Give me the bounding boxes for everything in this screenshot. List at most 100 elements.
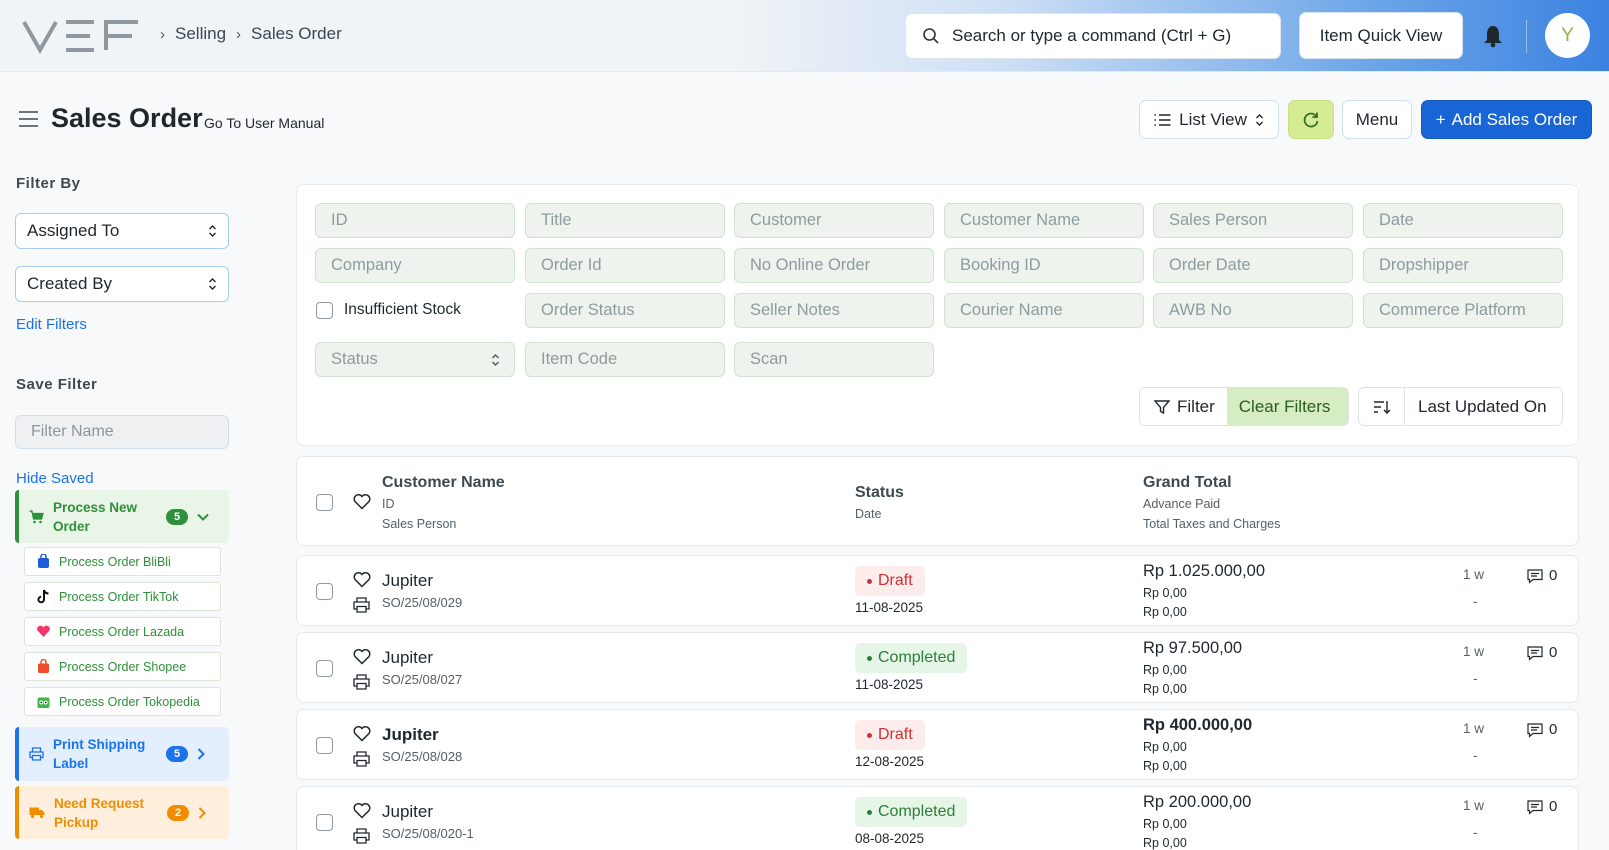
filter-company-input[interactable]: Company (315, 248, 515, 283)
add-sales-order-button[interactable]: + Add Sales Order (1421, 100, 1592, 139)
row-checkbox[interactable] (316, 660, 333, 677)
assigned-to-select[interactable]: Assigned To (15, 213, 229, 249)
col-status[interactable]: Status (855, 484, 904, 502)
insufficient-stock-checkbox[interactable] (316, 302, 333, 319)
filter-customer-name-input[interactable]: Customer Name (944, 203, 1144, 238)
comment-icon[interactable] (1527, 646, 1543, 661)
filter-seller-notes-input[interactable]: Seller Notes (734, 293, 934, 328)
sub-item-tokopedia[interactable]: Process Order Tokopedia (24, 687, 221, 716)
heart-icon[interactable] (353, 648, 371, 665)
hide-saved-link[interactable]: Hide Saved (16, 470, 94, 487)
printer-icon[interactable] (353, 828, 370, 844)
printer-icon (29, 747, 44, 761)
customer-name[interactable]: Jupiter (382, 802, 433, 822)
vef-logo-icon[interactable] (22, 16, 140, 54)
blibli-icon (38, 554, 49, 568)
sub-item-shopee[interactable]: Process Order Shopee (24, 652, 221, 681)
bell-icon[interactable] (1482, 24, 1504, 48)
insufficient-stock-label: Insufficient Stock (344, 301, 461, 318)
filter-order-status-input[interactable]: Order Status (525, 293, 725, 328)
chevron-right-icon: › (160, 25, 165, 43)
filter-commerce-platform-input[interactable]: Commerce Platform (1363, 293, 1563, 328)
customer-name[interactable]: Jupiter (382, 571, 433, 591)
refresh-button[interactable] (1288, 100, 1334, 139)
select-all-checkbox[interactable] (316, 494, 333, 511)
grand-total: Rp 200.000,00 (1143, 793, 1252, 811)
list-icon (1154, 113, 1171, 126)
breadcrumb-selling[interactable]: Selling (175, 24, 226, 44)
menu-button[interactable]: Menu (1342, 100, 1412, 139)
total-taxes: Rp 0,00 (1143, 605, 1187, 619)
comment-count: 0 (1549, 567, 1558, 584)
sort-button-group: Last Updated On (1358, 387, 1563, 426)
item-quick-view-button[interactable]: Item Quick View (1299, 12, 1463, 59)
printer-icon[interactable] (353, 597, 370, 613)
breadcrumb-sales-order[interactable]: Sales Order (251, 24, 342, 44)
assigned-dash: - (1473, 594, 1478, 609)
filter-status-select[interactable]: Status (315, 342, 515, 377)
printer-icon[interactable] (353, 751, 370, 767)
filter-name-input[interactable]: Filter Name (15, 415, 229, 449)
filter-order-date-input[interactable]: Order Date (1153, 248, 1353, 283)
sort-order-button[interactable] (1359, 388, 1405, 425)
filter-sales-person-input[interactable]: Sales Person (1153, 203, 1353, 238)
list-view-button[interactable]: List View (1139, 100, 1279, 139)
group-print-shipping-label[interactable]: Print Shipping Label 5 (15, 727, 229, 781)
count-badge: 2 (167, 804, 189, 821)
status-label: Draft (878, 726, 913, 743)
row-checkbox[interactable] (316, 737, 333, 754)
filter-courier-name-input[interactable]: Courier Name (944, 293, 1144, 328)
col-customer-name[interactable]: Customer Name (382, 474, 505, 492)
group-need-request-pickup[interactable]: Need Request Pickup 2 (15, 786, 229, 839)
filter-customer-input[interactable]: Customer (734, 203, 934, 238)
comment-icon[interactable] (1527, 569, 1543, 584)
search-input[interactable]: Search or type a command (Ctrl + G) (905, 13, 1281, 59)
table-row[interactable]: Jupiter SO/25/08/027 Completed 11-08-202… (296, 632, 1579, 703)
user-manual-link[interactable]: Go To User Manual (204, 115, 324, 131)
up-down-chevron-icon (492, 353, 499, 366)
created-by-select[interactable]: Created By (15, 266, 229, 302)
truck-icon (29, 807, 45, 819)
filter-dropshipper-input[interactable]: Dropshipper (1363, 248, 1563, 283)
filter-awb-no-input[interactable]: AWB No (1153, 293, 1353, 328)
filter-booking-id-input[interactable]: Booking ID (944, 248, 1144, 283)
filter-no-online-order-input[interactable]: No Online Order (734, 248, 934, 283)
group-process-new-order[interactable]: Process New Order 5 (15, 490, 229, 543)
customer-name[interactable]: Jupiter (382, 648, 433, 668)
status-badge: Completed (855, 643, 968, 673)
sub-item-tiktok[interactable]: Process Order TikTok (24, 582, 221, 611)
created-by-label: Created By (27, 274, 113, 293)
filter-order-id-input[interactable]: Order Id (525, 248, 725, 283)
filter-date-input[interactable]: Date (1363, 203, 1563, 238)
filter-title-input[interactable]: Title (525, 203, 725, 238)
col-total-taxes: Total Taxes and Charges (1143, 517, 1281, 531)
heart-icon[interactable] (353, 571, 371, 588)
heart-icon[interactable] (353, 725, 371, 742)
grand-total: Rp 400.000,00 (1143, 716, 1253, 734)
table-row[interactable]: Jupiter SO/25/08/028 Draft 12-08-2025 Rp… (296, 709, 1579, 780)
table-row[interactable]: Jupiter SO/25/08/029 Draft 11-08-2025 Rp… (296, 555, 1579, 626)
sort-field-button[interactable]: Last Updated On (1405, 397, 1547, 417)
printer-icon[interactable] (353, 674, 370, 690)
customer-name[interactable]: Jupiter (382, 725, 439, 745)
comment-count: 0 (1549, 798, 1558, 815)
comment-icon[interactable] (1527, 800, 1543, 815)
filter-item-code-input[interactable]: Item Code (525, 342, 725, 377)
table-row[interactable]: Jupiter SO/25/08/020-1 Completed 08-08-2… (296, 786, 1579, 850)
heart-icon[interactable] (353, 802, 371, 819)
assigned-dash: - (1473, 671, 1478, 686)
hamburger-menu-icon[interactable] (18, 110, 39, 128)
filter-id-input[interactable]: ID (315, 203, 515, 238)
sub-item-blibli[interactable]: Process Order BliBli (24, 547, 221, 576)
avatar[interactable]: Y (1545, 13, 1590, 58)
clear-filters-button[interactable]: Clear Filters (1226, 388, 1348, 425)
filter-button[interactable]: Filter (1140, 388, 1227, 425)
comment-icon[interactable] (1527, 723, 1543, 738)
col-grand-total[interactable]: Grand Total (1143, 474, 1232, 492)
edit-filters-link[interactable]: Edit Filters (16, 316, 87, 333)
row-checkbox[interactable] (316, 814, 333, 831)
sub-item-lazada[interactable]: Process Order Lazada (24, 617, 221, 646)
filter-scan-input[interactable]: Scan (734, 342, 934, 377)
heart-icon[interactable] (353, 493, 371, 510)
row-checkbox[interactable] (316, 583, 333, 600)
